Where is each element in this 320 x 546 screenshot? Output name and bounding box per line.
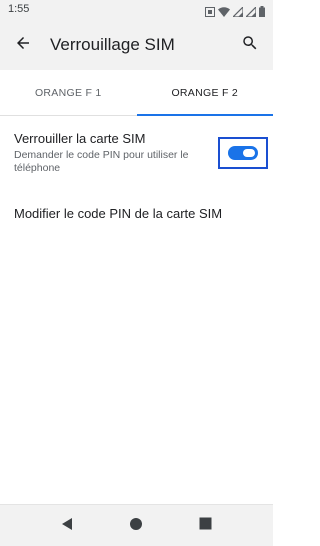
status-bar: 1:55 — [0, 0, 273, 20]
nav-home-button[interactable] — [127, 517, 145, 535]
back-button[interactable] — [10, 32, 36, 58]
sim-tabs: ORANGE F 1 ORANGE F 2 — [0, 70, 273, 116]
nav-recents-button[interactable] — [196, 517, 214, 535]
search-icon — [241, 34, 259, 57]
lock-sim-toggle-focus[interactable] — [218, 137, 268, 169]
back-triangle-icon — [60, 517, 74, 536]
app-bar: Verrouillage SIM — [0, 20, 273, 70]
recents-square-icon — [199, 517, 212, 535]
tab-sim-1[interactable]: ORANGE F 1 — [0, 70, 137, 115]
search-button[interactable] — [237, 32, 263, 58]
status-time: 1:55 — [8, 3, 30, 15]
home-circle-icon — [129, 517, 143, 536]
lock-sim-summary: Demander le code PIN pour utiliser le té… — [14, 149, 189, 174]
arrow-back-icon — [14, 34, 32, 57]
lock-sim-preference[interactable]: Verrouiller la carte SIM Demander le cod… — [0, 120, 273, 185]
toggle-thumb — [243, 149, 255, 157]
navigation-bar — [0, 504, 273, 546]
page-title: Verrouillage SIM — [50, 35, 175, 54]
change-pin-title: Modifier le code PIN de la carte SIM — [14, 206, 223, 221]
change-pin-preference[interactable]: Modifier le code PIN de la carte SIM — [0, 196, 273, 230]
nav-back-button[interactable] — [58, 517, 76, 535]
tab-sim-2[interactable]: ORANGE F 2 — [136, 70, 274, 116]
lock-sim-toggle[interactable] — [228, 146, 258, 160]
lock-sim-title: Verrouiller la carte SIM — [14, 131, 146, 146]
